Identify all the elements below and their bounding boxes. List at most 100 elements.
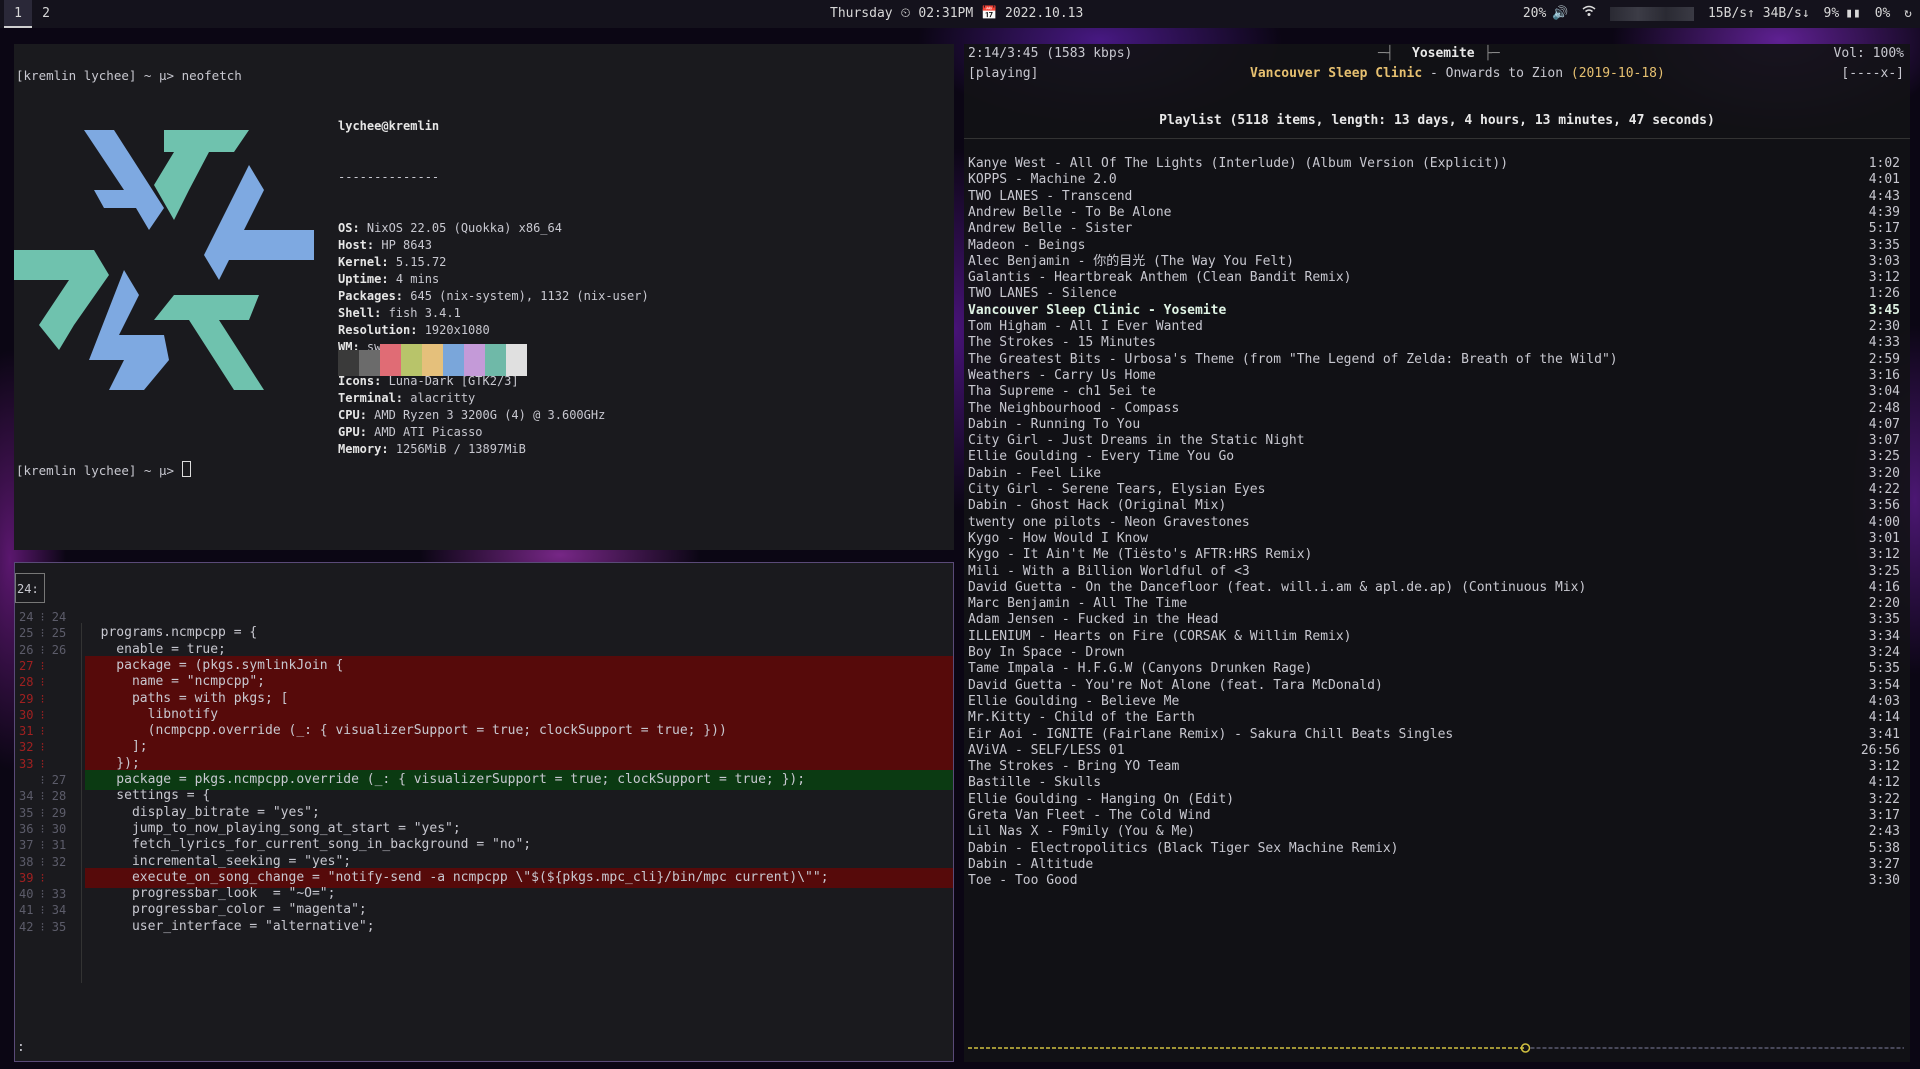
info-key: Terminal xyxy=(338,391,396,405)
info-row: CPU: AMD Ryzen 3 3200G (4) @ 3.600GHz xyxy=(338,407,649,424)
editor-window[interactable]: 24: 24 ⁝ 24 25 ⁝ 25 programs.ncmpcpp = {2… xyxy=(14,562,954,1062)
info-row: Packages: 645 (nix-system), 1132 (nix-us… xyxy=(338,288,649,305)
song-artist: Vancouver Sleep Clinic xyxy=(1250,66,1423,81)
color-swatch xyxy=(485,344,506,376)
color-swatch xyxy=(359,350,380,376)
info-colon: : xyxy=(395,391,404,405)
info-value: 5.15.72 xyxy=(388,255,447,269)
info-key: Host xyxy=(338,238,367,252)
progress-bar[interactable] xyxy=(968,1042,1904,1054)
battery-secondary: 0% xyxy=(1874,6,1891,21)
info-colon: : xyxy=(352,221,360,235)
speaker-icon[interactable]: 🔊 xyxy=(1552,6,1568,21)
info-value: AMD Ryzen 3 3200G (4) @ 3.600GHz xyxy=(366,408,606,422)
logo-arm xyxy=(154,295,264,390)
title-divider: ─┤ xyxy=(1378,46,1394,61)
info-value: 4 mins xyxy=(388,272,440,286)
info-colon: : xyxy=(381,442,389,456)
workspace-2[interactable]: 2 xyxy=(32,0,60,28)
volume-level[interactable]: 20% xyxy=(1523,6,1546,21)
info-key: CPU xyxy=(338,408,360,422)
info-row: Memory: 1256MiB / 13897MiB xyxy=(338,441,649,458)
info-value: alacritty xyxy=(403,391,476,405)
playlist-item[interactable]: Toe - Too Good 3:30 xyxy=(968,871,1908,891)
playback-state: [playing] xyxy=(968,66,1039,81)
workspace-1[interactable]: 1 xyxy=(4,0,32,28)
info-key: Uptime xyxy=(338,272,382,286)
info-row: Resolution: 1920x1080 xyxy=(338,322,649,339)
song-album: - Onwards to Zion xyxy=(1422,66,1571,81)
song-duration: 3:30 xyxy=(1868,873,1900,889)
line-number: 42 ⁝ 35 xyxy=(19,919,67,934)
battery-icon: ▮▮ xyxy=(1845,6,1861,21)
info-row: Shell: fish 3.4.1 xyxy=(338,305,649,322)
code-line[interactable]: 42 ⁝ 35 user_interface = "alternative"; xyxy=(15,917,953,937)
color-swatch xyxy=(422,344,443,376)
info-value: 1256MiB / 13897MiB xyxy=(388,442,526,456)
terminal-cursor xyxy=(181,461,191,477)
logo-arm xyxy=(14,250,109,350)
network-speed: 15B/s↑ 34B/s↓ xyxy=(1707,6,1810,21)
prompt-line: [kremlin lychee] ~ µ> neofetch xyxy=(16,68,242,83)
status-indicators: 20% 🔊 15B/s↑ 34B/s↓ 9% ▮▮ 0% ↻ xyxy=(1517,0,1912,28)
info-colon: : xyxy=(359,425,367,439)
separator: -------------- xyxy=(338,170,440,184)
neofetch-info: lychee@kremlin -------------- OS: NixOS … xyxy=(338,84,649,492)
info-key: GPU xyxy=(338,425,360,439)
music-player-window[interactable]: 2:14/3:45 (1583 kbps) [playing] ─┤ Yosem… xyxy=(964,44,1910,1062)
color-swatch xyxy=(380,344,401,376)
info-colon: : xyxy=(381,255,389,269)
refresh-icon[interactable]: ↻ xyxy=(1904,6,1912,21)
mode-flags: [----x-] xyxy=(1841,66,1904,81)
color-swatch xyxy=(443,344,464,376)
info-colon: : xyxy=(381,272,389,286)
info-row: GPU: AMD ATI Picasso xyxy=(338,424,649,441)
song-title: Yosemite xyxy=(1412,46,1475,61)
song-name: Toe - Too Good xyxy=(968,873,1078,889)
info-row: Host: HP 8643 xyxy=(338,237,649,254)
color-swatch xyxy=(401,344,422,376)
logo-arm xyxy=(89,270,169,390)
info-key: Packages xyxy=(338,289,396,303)
color-swatch xyxy=(464,344,485,376)
info-value: NixOS 22.05 (Quokka) x86_64 xyxy=(359,221,562,235)
playlist-header: Playlist (5118 items, length: 13 days, 4… xyxy=(964,104,1910,139)
status-bar: 1 2 Thursday ⏲ 02:31PM 📅 2022.10.13 20% 🔊… xyxy=(0,0,1920,28)
info-key: Shell xyxy=(338,306,375,320)
info-value: 645 (nix-system), 1132 (nix-user) xyxy=(403,289,649,303)
logo-arm xyxy=(84,130,164,230)
info-colon: : xyxy=(359,408,367,422)
volume-indicator: Vol: 100% xyxy=(1833,46,1904,61)
network-name-redacted xyxy=(1610,6,1695,21)
editor-command-line[interactable]: : xyxy=(17,1040,25,1055)
info-row: OS: NixOS 22.05 (Quokka) x86_64 xyxy=(338,220,649,237)
code-text: user_interface = "alternative"; xyxy=(85,918,375,934)
info-row: Kernel: 5.15.72 xyxy=(338,254,649,271)
song-date: (2019-10-18) xyxy=(1570,66,1665,81)
wifi-icon[interactable] xyxy=(1582,5,1604,21)
nixos-logo xyxy=(14,130,314,390)
info-value: 1920x1080 xyxy=(417,323,490,337)
song-meta: Vancouver Sleep Clinic - Onwards to Zion… xyxy=(1250,66,1665,81)
color-swatch xyxy=(506,344,527,376)
info-key: Icons xyxy=(338,374,375,388)
playback-time: 2:14/3:45 (1583 kbps) xyxy=(968,46,1133,61)
prompt-line-active[interactable]: [kremlin lychee] ~ µ> xyxy=(16,461,191,478)
info-value: fish 3.4.1 xyxy=(381,306,461,320)
editor-line-indicator: 24: xyxy=(15,573,45,603)
info-value: Luna-Dark [GTK2/3] xyxy=(381,374,519,388)
info-key: Memory xyxy=(338,442,382,456)
terminal-window[interactable]: [kremlin lychee] ~ µ> neofetch lychee@kr… xyxy=(14,44,954,550)
battery-level: 9% xyxy=(1823,6,1840,21)
color-swatch xyxy=(338,350,359,376)
info-key: Kernel xyxy=(338,255,382,269)
clock: Thursday ⏲ 02:31PM 📅 2022.10.13 xyxy=(830,6,1084,21)
info-key: OS xyxy=(338,221,353,235)
logo-arm xyxy=(204,165,314,280)
info-value: HP 8643 xyxy=(374,238,432,252)
title-divider-right: ├─ xyxy=(1484,46,1500,61)
info-row: Uptime: 4 mins xyxy=(338,271,649,288)
info-row: Terminal: alacritty xyxy=(338,390,649,407)
info-key: Resolution xyxy=(338,323,411,337)
user-host: lychee@kremlin xyxy=(338,119,440,133)
